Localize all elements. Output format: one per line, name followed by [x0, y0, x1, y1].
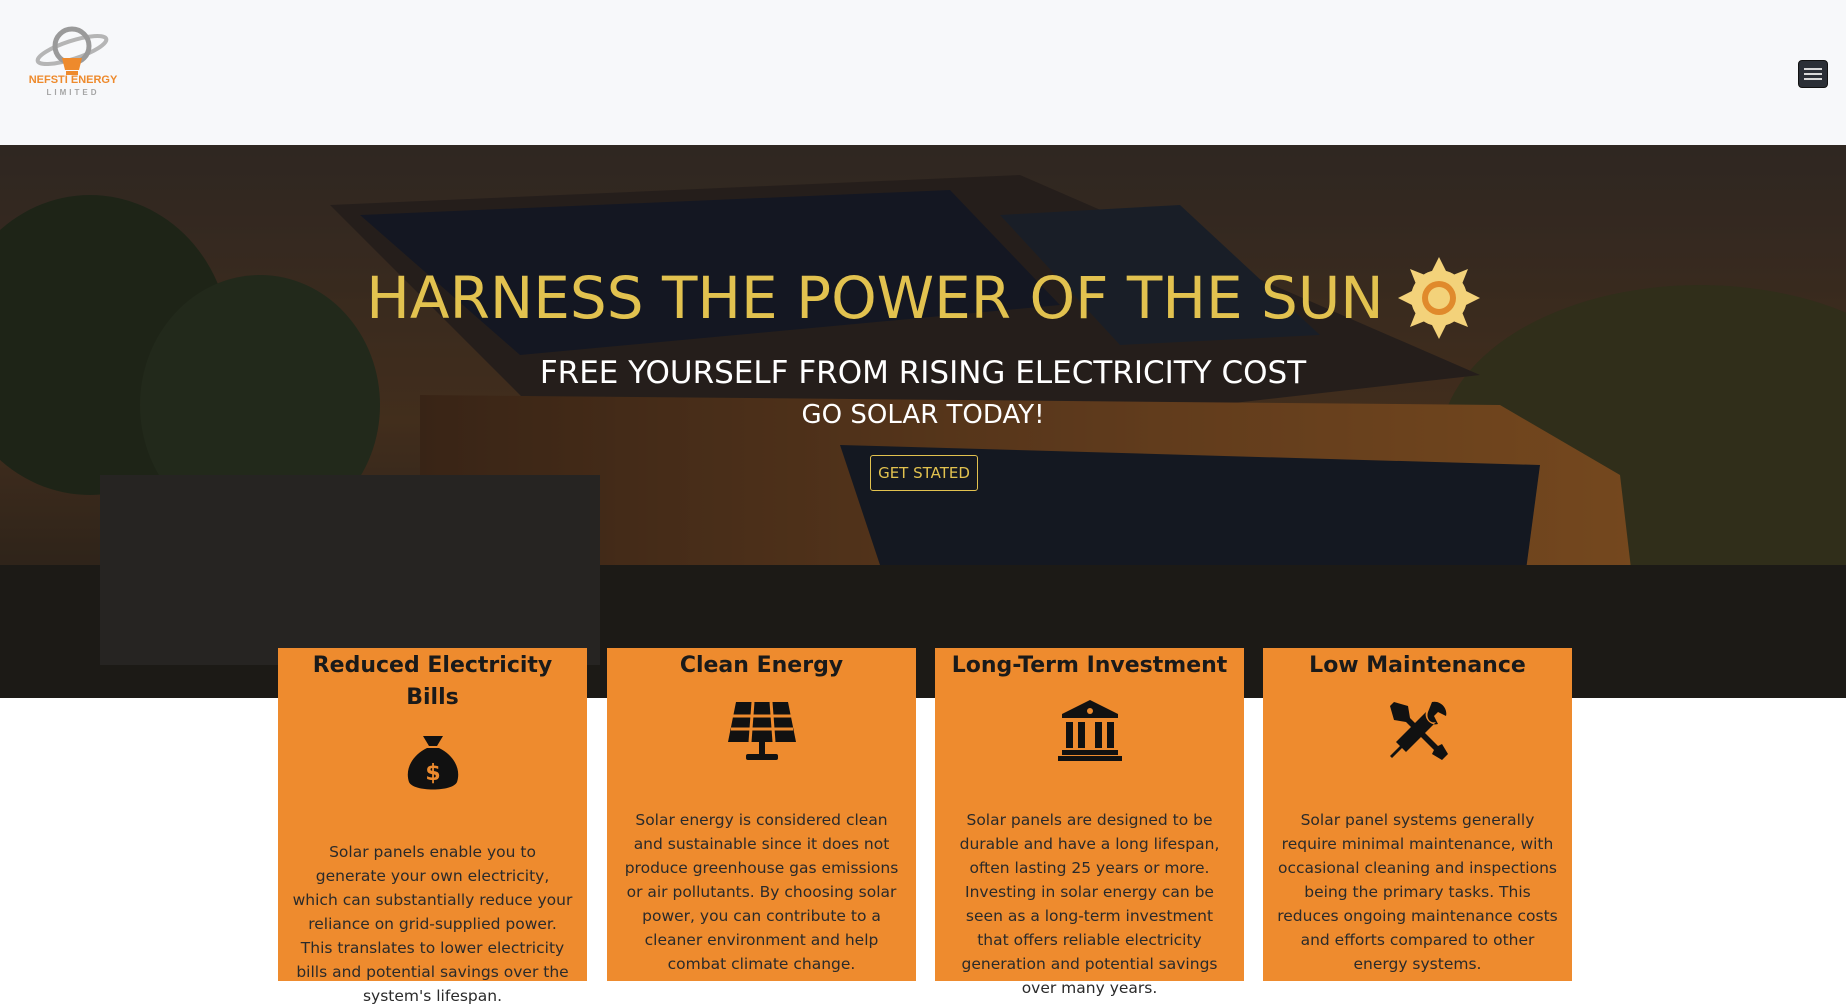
feature-card-text: Solar panel systems generally require mi… [1277, 811, 1558, 973]
feature-card-text: Solar panels enable you to generate your… [292, 843, 573, 1005]
hero-subtitle-2: GO SOLAR TODAY! [801, 400, 1045, 430]
feature-card-title: Clean Energy [679, 653, 844, 678]
hamburger-menu-button[interactable] [1798, 60, 1828, 88]
logo-text: NEFSTI ENERGY [28, 74, 118, 86]
feature-card-reduced-bills: Reduced Electricity Bills $ Solar panels… [278, 648, 587, 1005]
feature-card-text: Solar energy is considered clean and sus… [624, 811, 899, 973]
feature-card-title: Reduced Electricity Bills [312, 653, 553, 710]
get-started-button[interactable]: GET STATED [870, 455, 978, 491]
tools-icon [1389, 701, 1448, 760]
hero-title: HARNESS THE POWER OF THE SUN [366, 264, 1384, 332]
feature-card-low-maintenance: Low Maintenance Solar panel systems gene… [1263, 648, 1572, 981]
feature-card-title: Low Maintenance [1309, 653, 1526, 678]
lightbulb-planet-logo-icon [35, 26, 109, 75]
feature-card-long-term-investment: Long-Term Investment Solar panels are de… [935, 648, 1244, 997]
hamburger-menu-icon [1804, 68, 1822, 70]
sun-icon [1397, 257, 1480, 339]
hero-subtitle: FREE YOURSELF FROM RISING ELECTRICITY CO… [539, 355, 1307, 391]
feature-card-clean-energy: Clean Energy Solar energy is considered … [607, 648, 916, 981]
navbar: NEFSTI ENERGY LIMITED [0, 0, 1846, 145]
bank-icon [1057, 700, 1122, 761]
hero-section: HARNESS THE POWER OF THE SUN FREE YOURSE… [0, 145, 1846, 698]
svg-text:$: $ [425, 761, 440, 786]
company-logo[interactable]: NEFSTI ENERGY LIMITED [18, 24, 128, 104]
feature-card-text: Solar panels are designed to be durable … [959, 811, 1220, 997]
money-bag-icon: $ [407, 736, 458, 790]
logo-subtext: LIMITED [46, 88, 100, 97]
feature-card-title: Long-Term Investment [951, 653, 1228, 678]
solar-panel-icon [727, 701, 796, 760]
